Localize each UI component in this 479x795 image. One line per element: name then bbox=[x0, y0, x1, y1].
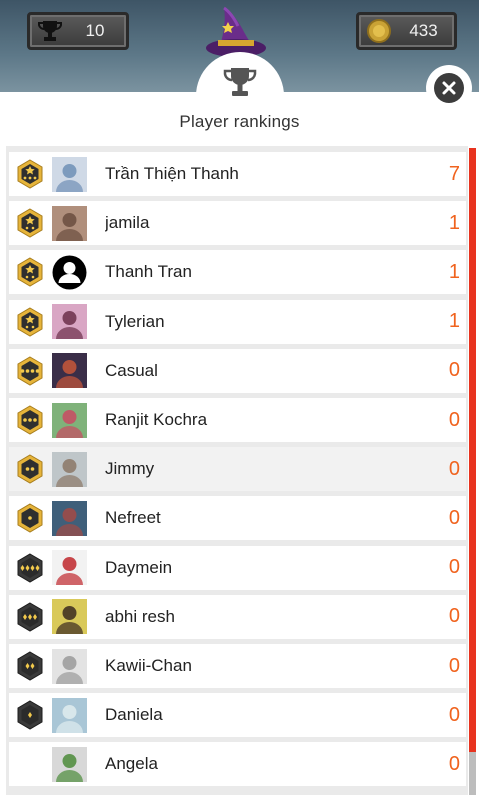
trophy-counter: 10 bbox=[27, 12, 129, 50]
player-name: jamila bbox=[105, 213, 150, 233]
coin-counter: 433 bbox=[356, 12, 457, 50]
list-item[interactable]: Thanh Tran 1 bbox=[9, 250, 466, 295]
scrollbar-thumb[interactable] bbox=[469, 752, 476, 795]
list-item[interactable]: abhi resh 0 bbox=[9, 594, 466, 639]
avatar bbox=[52, 205, 87, 241]
avatar bbox=[52, 500, 87, 536]
rank-badge-icon bbox=[15, 553, 45, 583]
player-name: Thanh Tran bbox=[105, 262, 192, 282]
rank-badge-icon bbox=[15, 356, 45, 386]
page-title: Player rankings bbox=[179, 112, 300, 131]
avatar bbox=[52, 353, 87, 389]
player-score: 0 bbox=[448, 457, 460, 480]
player-score: 0 bbox=[448, 703, 460, 726]
rank-badge-icon bbox=[15, 602, 45, 632]
avatar bbox=[52, 304, 87, 340]
rank-badge-icon bbox=[15, 208, 45, 238]
player-name: Trần Thiện Thanh bbox=[105, 164, 239, 183]
player-name: Kawii-Chan bbox=[105, 656, 192, 675]
list-item[interactable]: Nefreet 0 bbox=[9, 496, 466, 541]
list-item[interactable]: Tylerian 1 bbox=[9, 299, 466, 344]
rank-badge-icon bbox=[15, 651, 45, 681]
avatar bbox=[52, 648, 87, 684]
rank-badge-icon bbox=[15, 307, 45, 337]
coin-icon bbox=[365, 17, 393, 45]
list-item[interactable]: jamila 1 bbox=[9, 201, 466, 246]
player-name: Ranjit Kochra bbox=[105, 410, 208, 429]
default-person-icon bbox=[52, 255, 87, 290]
player-score: 0 bbox=[448, 752, 460, 775]
avatar bbox=[52, 746, 87, 782]
list-item[interactable]: Casual 0 bbox=[9, 348, 466, 393]
avatar bbox=[52, 451, 87, 487]
avatar bbox=[52, 599, 87, 635]
trophy-icon bbox=[223, 68, 257, 96]
rank-badge-icon bbox=[15, 159, 45, 189]
list-item[interactable]: Ranjit Kochra 0 bbox=[9, 398, 466, 442]
player-score: 1 bbox=[448, 211, 460, 234]
player-score: 0 bbox=[448, 556, 460, 579]
trophy-count: 10 bbox=[85, 21, 105, 40]
avatar bbox=[52, 697, 87, 733]
avatar bbox=[52, 550, 87, 586]
player-score: 1 bbox=[448, 260, 460, 283]
trophy-icon bbox=[36, 17, 64, 45]
close-button[interactable] bbox=[426, 65, 472, 111]
avatar bbox=[52, 156, 87, 192]
rank-badge-icon bbox=[15, 405, 45, 435]
rank-badge-icon bbox=[15, 700, 45, 730]
coin-count: 433 bbox=[409, 21, 438, 40]
player-name: Daniela bbox=[105, 705, 163, 725]
player-score: 0 bbox=[448, 506, 460, 529]
list-item[interactable]: Jimmy 0 bbox=[9, 447, 466, 492]
player-name: Jimmy bbox=[105, 459, 155, 479]
scrollbar-track[interactable] bbox=[469, 148, 476, 795]
list-item[interactable]: Daniela 0 bbox=[9, 693, 466, 738]
player-name: Daymein bbox=[105, 557, 173, 577]
list-item[interactable]: Kawii-Chan 0 bbox=[9, 644, 466, 688]
close-icon bbox=[434, 73, 464, 103]
player-score: 0 bbox=[448, 605, 460, 628]
rank-badge-icon bbox=[15, 454, 45, 484]
player-name: Angela bbox=[105, 754, 158, 774]
player-score: 0 bbox=[448, 359, 460, 382]
list-item[interactable]: Daymein 0 bbox=[9, 545, 466, 590]
list-item[interactable]: Angela 0 bbox=[9, 742, 466, 787]
rank-badge-icon bbox=[15, 503, 45, 533]
player-name: Casual bbox=[105, 360, 158, 380]
player-name: Tylerian bbox=[105, 311, 165, 331]
player-score: 1 bbox=[448, 310, 460, 333]
player-name: Nefreet bbox=[105, 508, 161, 528]
rank-badge-icon bbox=[15, 257, 45, 287]
player-name: abhi resh bbox=[105, 606, 175, 626]
player-score: 7 bbox=[448, 162, 460, 185]
player-score: 0 bbox=[448, 408, 460, 431]
avatar bbox=[52, 402, 87, 438]
rankings-list[interactable]: Trần Thiện Thanh 7 jamila 1 Thanh Tran 1 Ty… bbox=[6, 146, 468, 795]
player-score: 0 bbox=[448, 654, 460, 677]
list-item[interactable]: Trần Thiện Thanh 7 bbox=[9, 152, 466, 196]
